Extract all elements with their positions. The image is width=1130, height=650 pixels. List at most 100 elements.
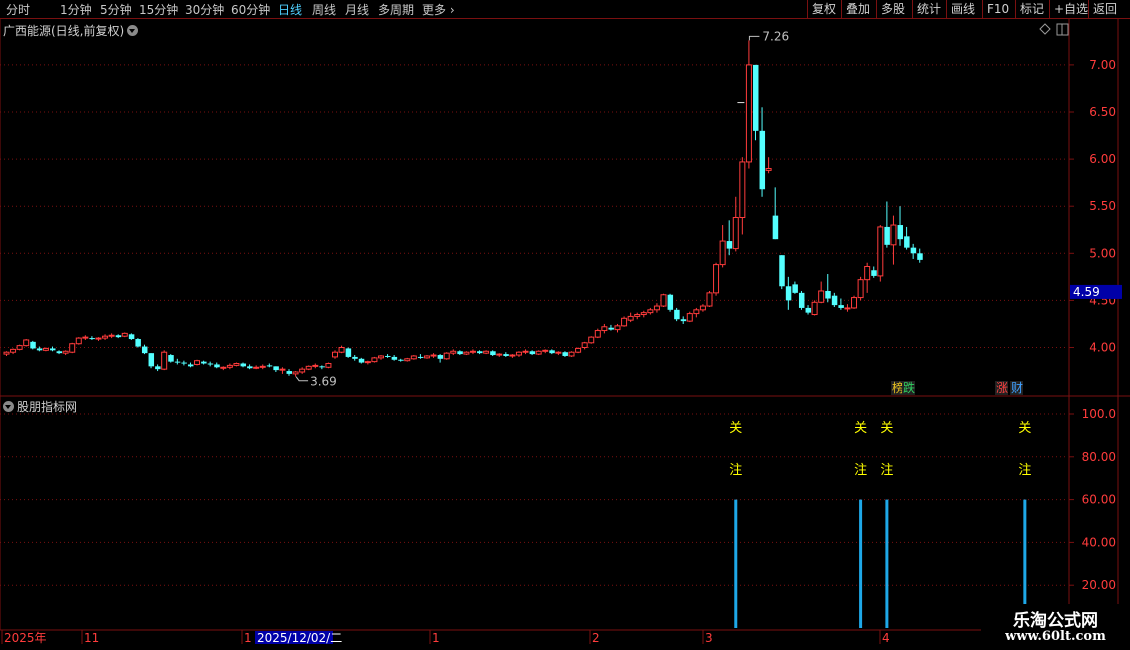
price-tick-label: 7.00 xyxy=(1089,58,1116,72)
candle-body xyxy=(141,346,148,354)
candle-body xyxy=(779,255,785,287)
candle-body xyxy=(226,364,233,368)
candle-body xyxy=(56,351,63,354)
candle-body xyxy=(457,351,463,355)
candle-body xyxy=(423,355,430,359)
signal-bar xyxy=(734,499,738,628)
candle-body xyxy=(844,307,851,310)
signal-text-zhu: 注 xyxy=(880,463,893,478)
candle-body xyxy=(135,339,141,347)
candle-body xyxy=(233,363,240,366)
main-panel-title[interactable]: 广西能源(日线,前复权) xyxy=(3,22,139,39)
candle-body xyxy=(377,355,384,359)
candle-body xyxy=(621,317,628,327)
candle-body xyxy=(430,354,437,357)
candle-body xyxy=(509,354,516,357)
candle-body xyxy=(23,339,30,347)
indicator-panel-title[interactable]: 股朋指标网 xyxy=(3,398,77,415)
candle-body xyxy=(798,292,805,308)
signal-text-zhu: 注 xyxy=(729,463,742,478)
candle-body xyxy=(89,338,95,340)
candle-body xyxy=(477,351,483,354)
candle-body xyxy=(207,363,214,365)
candle-body xyxy=(345,348,352,357)
signal-text-guan: 关 xyxy=(1018,421,1031,436)
signal-text-guan: 关 xyxy=(854,421,867,436)
candle-body xyxy=(49,348,56,351)
candle-body xyxy=(286,371,293,374)
candle-body xyxy=(732,217,739,250)
indicator-tick-label: 80.00 xyxy=(1082,450,1116,464)
candle-body xyxy=(594,330,601,338)
candle-body xyxy=(319,366,325,368)
time-label: 2025年 xyxy=(4,631,47,645)
candle-body xyxy=(155,366,161,370)
candle-body xyxy=(568,351,575,357)
stock-title: 广西能源(日线,前复权) xyxy=(3,24,125,38)
candle-body xyxy=(811,301,818,316)
candle-body xyxy=(181,362,187,364)
candle-body xyxy=(686,313,693,322)
candle-body xyxy=(240,363,247,367)
candle-body xyxy=(765,168,772,171)
indicator-series: 关注 关注 关注 关注 xyxy=(729,421,1031,628)
signal-text-guan: 关 xyxy=(880,421,893,436)
indicator-tick-label: 60.00 xyxy=(1082,493,1116,507)
candle-body xyxy=(62,350,69,354)
candle-body xyxy=(312,364,319,367)
signal-bar xyxy=(885,499,889,628)
indicator-tick-label: 20.00 xyxy=(1082,578,1116,592)
candle-body xyxy=(831,295,838,306)
watermark-url: www.60lt.com xyxy=(1005,629,1106,644)
candle-body xyxy=(75,337,82,345)
axes: 7.006.506.005.505.004.504.004.59100.080.… xyxy=(1,23,1122,645)
time-label: 2 xyxy=(592,631,600,645)
candle-body xyxy=(515,351,522,356)
candle-body xyxy=(102,335,109,339)
candle-body xyxy=(805,307,812,313)
candle-body xyxy=(490,351,496,356)
candle-body xyxy=(201,361,207,364)
candle-body xyxy=(443,352,450,360)
candle-body xyxy=(483,350,490,354)
watermark-title: 乐淘公式网 xyxy=(1013,611,1098,631)
candle-body xyxy=(601,326,608,332)
candle-body xyxy=(542,349,549,352)
candle-body xyxy=(410,355,417,360)
indicator-tick-label: 100.0 xyxy=(1082,407,1116,421)
kline-chart-canvas[interactable]: 7.26 3.69 关注 关注 关注 关注 7.00 6.50 6.00 5.50 5.00 4.… xyxy=(0,0,1130,650)
candle-body xyxy=(890,224,897,246)
candle-body xyxy=(818,290,825,303)
candle-body xyxy=(496,353,503,356)
signal-text-zhu: 注 xyxy=(854,463,867,478)
candle-body xyxy=(660,294,667,307)
candle-body xyxy=(825,290,831,299)
candle-body xyxy=(857,279,864,299)
low-price-label: 3.69 xyxy=(310,375,337,389)
candlestick-series: 7.26 3.69 xyxy=(3,29,923,389)
price-tick-label: 5.00 xyxy=(1089,246,1116,260)
indicator-tick-label: 40.00 xyxy=(1082,535,1116,549)
candle-body xyxy=(30,341,36,349)
candle-body xyxy=(95,337,102,340)
dropdown-circle-icon[interactable] xyxy=(127,25,139,36)
candle-body xyxy=(69,343,76,353)
candle-body xyxy=(917,253,923,260)
candle-body xyxy=(529,351,536,355)
candle-body xyxy=(194,360,201,365)
dropdown-circle-icon[interactable] xyxy=(3,401,14,412)
candle-body xyxy=(220,366,227,369)
time-label: 1 xyxy=(432,631,440,645)
candle-body xyxy=(168,355,174,362)
watermark-logo: 乐淘公式网 www.60lt.com xyxy=(981,604,1130,650)
candle-body xyxy=(148,353,155,367)
candle-body xyxy=(469,350,476,353)
candle-body xyxy=(653,305,660,311)
candle-body xyxy=(266,365,273,367)
candle-body xyxy=(549,350,555,354)
candle-body xyxy=(838,305,844,308)
candle-body xyxy=(522,350,529,353)
candle-body xyxy=(864,265,871,281)
candle-body xyxy=(325,363,332,368)
candle-body xyxy=(588,336,595,344)
